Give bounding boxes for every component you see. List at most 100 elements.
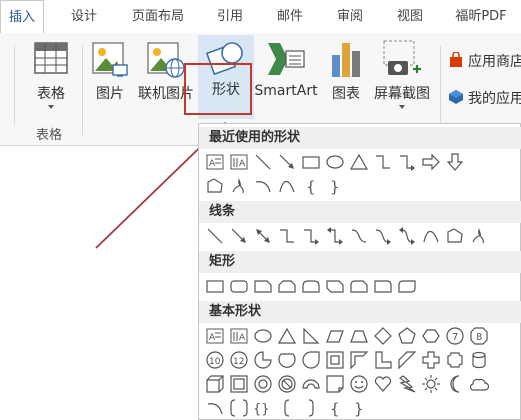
shape-line-icon[interactable]: [205, 226, 225, 246]
shape-right-brace-icon[interactable]: }: [325, 176, 345, 196]
shape-diamond-icon[interactable]: [373, 326, 393, 346]
shape-cloud-icon[interactable]: [469, 374, 489, 394]
shape-elbow-double-arrow-icon[interactable]: [325, 226, 345, 246]
shape-moon-icon[interactable]: [445, 374, 465, 394]
shape-round-diagonal-icon[interactable]: [397, 276, 417, 296]
shape-down-arrow-icon[interactable]: [445, 152, 465, 172]
shape-no-symbol-icon[interactable]: [277, 374, 297, 394]
tab-insert[interactable]: 插入: [0, 0, 44, 34]
shape-elbow-arrow-icon[interactable]: [397, 152, 417, 172]
tab-page-layout[interactable]: 页面布局: [118, 0, 198, 33]
shape-double-brace-icon[interactable]: {}: [253, 398, 273, 418]
shape-left-brace-icon[interactable]: {: [325, 398, 345, 418]
shape-arrow-line-icon[interactable]: [229, 226, 249, 246]
shape-decagon-icon[interactable]: 10: [205, 350, 225, 370]
shape-block-arc-icon[interactable]: [301, 374, 321, 394]
shape-heptagon-icon[interactable]: 7: [445, 326, 465, 346]
tab-references[interactable]: 引用: [208, 0, 252, 33]
shape-chord-icon[interactable]: [277, 350, 297, 370]
shape-elbow-connector-icon[interactable]: [277, 226, 297, 246]
screenshot-button[interactable]: 屏幕截图: [370, 37, 434, 117]
shape-curve-icon[interactable]: [421, 226, 441, 246]
shape-triangle-icon[interactable]: [349, 152, 369, 172]
shape-curved-connector-icon[interactable]: [349, 226, 369, 246]
my-apps-button[interactable]: 我的应用: [446, 86, 521, 108]
shape-elbow-arrow-icon[interactable]: [301, 226, 321, 246]
shape-rounded-rectangle-icon[interactable]: [229, 276, 249, 296]
shape-curve-icon[interactable]: [277, 176, 297, 196]
table-icon: [34, 42, 68, 74]
shape-right-brace-icon[interactable]: }: [349, 398, 369, 418]
shape-left-brace-icon[interactable]: {: [301, 176, 321, 196]
shape-oval-icon[interactable]: [325, 152, 345, 172]
shape-heart-icon[interactable]: [373, 374, 393, 394]
shape-right-bracket-icon[interactable]: [301, 398, 321, 418]
shape-line-icon[interactable]: [253, 152, 273, 172]
shape-frame-icon[interactable]: [325, 350, 345, 370]
table-button[interactable]: 表格: [30, 37, 72, 117]
shape-double-bracket-icon[interactable]: [229, 398, 249, 418]
tab-review[interactable]: 审阅: [328, 0, 372, 33]
shape-curved-arrow-icon[interactable]: [373, 226, 393, 246]
picture-button[interactable]: 图片: [88, 37, 132, 117]
group-separator: [14, 45, 15, 125]
smartart-button[interactable]: SmartArt: [250, 37, 322, 117]
shape-cross-icon[interactable]: [421, 350, 441, 370]
shape-curved-double-arrow-icon[interactable]: [397, 226, 417, 246]
shape-snip-diagonal-icon[interactable]: [325, 276, 345, 296]
shape-sun-icon[interactable]: [421, 374, 441, 394]
shape-diagonal-stripe-icon[interactable]: [397, 350, 417, 370]
shape-arc-icon[interactable]: [205, 398, 225, 418]
shape-round-same-side-icon[interactable]: [301, 276, 321, 296]
shape-pentagon-icon[interactable]: [397, 326, 417, 346]
shape-pie-icon[interactable]: [253, 350, 273, 370]
shape-trapezoid-icon[interactable]: [349, 326, 369, 346]
shape-plaque-icon[interactable]: [445, 350, 465, 370]
shape-elbow-connector-icon[interactable]: [373, 152, 393, 172]
shape-left-bracket-icon[interactable]: [277, 398, 297, 418]
shape-textbox-icon[interactable]: A: [205, 152, 225, 172]
shape-cube-icon[interactable]: [205, 374, 225, 394]
shape-can-icon[interactable]: [469, 350, 489, 370]
shape-smiley-icon[interactable]: [349, 374, 369, 394]
shape-freeform-icon[interactable]: [445, 226, 465, 246]
shape-l-shape-icon[interactable]: [373, 350, 393, 370]
tab-mailings[interactable]: 邮件: [268, 0, 312, 33]
shape-half-frame-icon[interactable]: [349, 350, 369, 370]
shape-rectangle-icon[interactable]: [301, 152, 321, 172]
shape-vertical-textbox-icon[interactable]: A: [229, 152, 249, 172]
shape-lightning-icon[interactable]: [397, 374, 417, 394]
shape-bevel-icon[interactable]: [229, 374, 249, 394]
tab-design[interactable]: 设计: [62, 0, 106, 33]
shape-double-arrow-line-icon[interactable]: [253, 226, 273, 246]
shape-vertical-textbox-icon[interactable]: A: [229, 326, 249, 346]
shape-oval-icon[interactable]: [253, 326, 273, 346]
shape-snip-single-corner-icon[interactable]: [253, 276, 273, 296]
shape-octagon-icon[interactable]: 8: [469, 326, 489, 346]
shape-dodecagon-icon[interactable]: 12: [229, 350, 249, 370]
shape-hexagon-icon[interactable]: [421, 326, 441, 346]
tab-foxit-pdf[interactable]: 福昕PDF: [444, 0, 518, 33]
shape-right-triangle-icon[interactable]: [301, 326, 321, 346]
shape-triangle-icon[interactable]: [277, 326, 297, 346]
shape-textbox-icon[interactable]: A: [205, 326, 225, 346]
shape-arrow-line-icon[interactable]: [277, 152, 297, 172]
shape-folded-corner-icon[interactable]: [325, 374, 345, 394]
shape-scribble-icon[interactable]: [469, 226, 489, 246]
shape-teardrop-icon[interactable]: [301, 350, 321, 370]
chart-button[interactable]: 图表: [324, 37, 368, 117]
svg-text:12: 12: [233, 357, 244, 367]
app-store-label: 应用商店: [468, 54, 521, 70]
tab-view[interactable]: 视图: [388, 0, 432, 33]
shape-rectangle-icon[interactable]: [205, 276, 225, 296]
shape-right-arrow-icon[interactable]: [421, 152, 441, 172]
shape-snip-same-side-icon[interactable]: [277, 276, 297, 296]
shape-snip-round-icon[interactable]: [349, 276, 369, 296]
shape-arc-icon[interactable]: [253, 176, 273, 196]
shape-scribble-icon[interactable]: [229, 176, 249, 196]
shape-parallelogram-icon[interactable]: [325, 326, 345, 346]
shape-freeform-icon[interactable]: [205, 176, 225, 196]
app-store-button[interactable]: 应用商店: [446, 49, 521, 71]
shape-donut-icon[interactable]: [253, 374, 273, 394]
shape-round-single-corner-icon[interactable]: [373, 276, 393, 296]
